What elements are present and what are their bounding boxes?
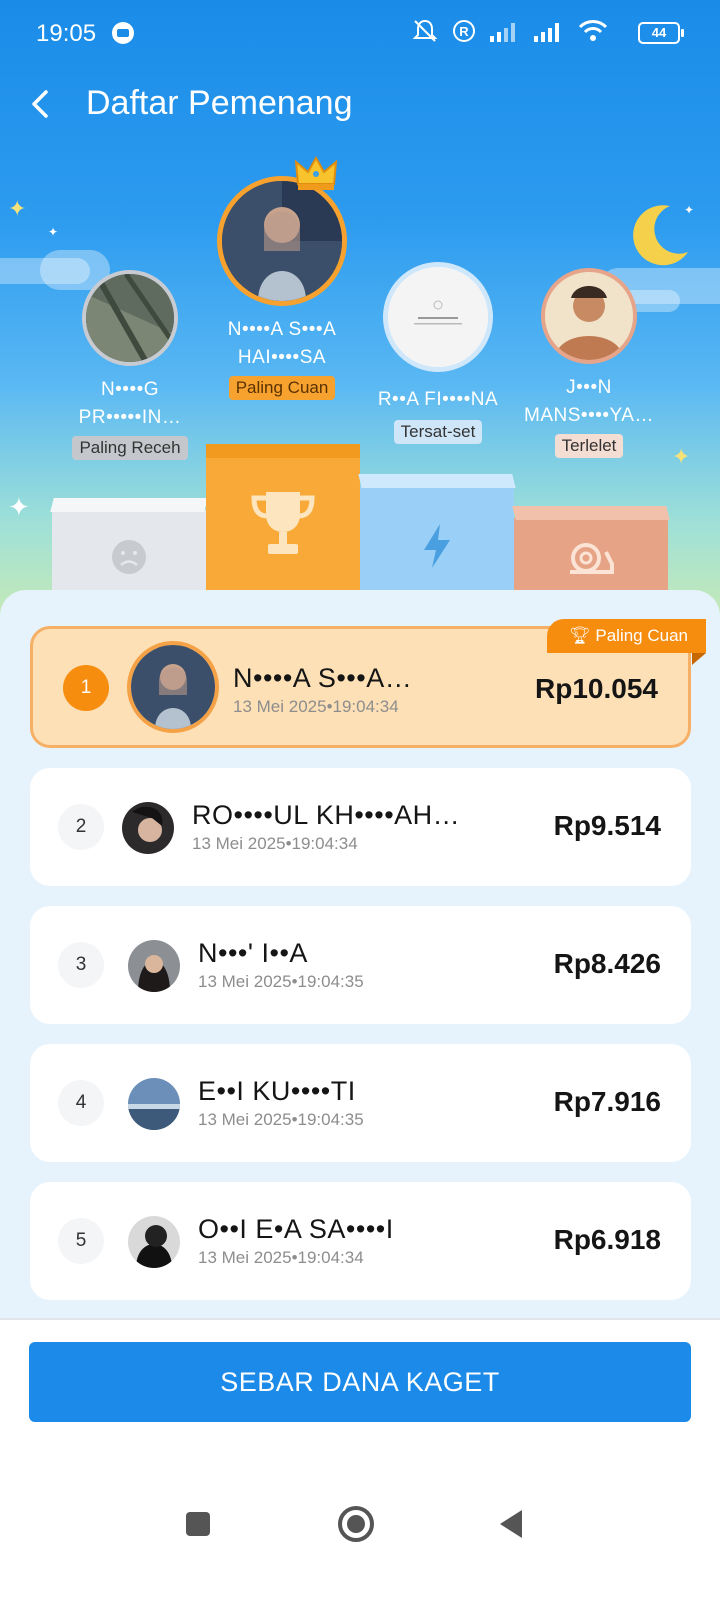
winner-amount: Rp6.918 [553, 1224, 661, 1255]
paling-cuan-ribbon: 🏆︎ Paling Cuan [547, 619, 706, 665]
winner-name: O••I E•A SA••••I [198, 1214, 394, 1244]
lightning-icon [424, 524, 450, 568]
winner-row[interactable]: 2 RO••••UL KH••••AH… 13 Mei 2025•19:04:3… [30, 768, 691, 886]
snail-icon [570, 543, 614, 574]
avatar [128, 1078, 180, 1130]
rank-badge: 4 [58, 1080, 104, 1126]
status-bar: 19:05 R 44 [0, 0, 720, 68]
winner-row-first[interactable]: 🏆︎ Paling Cuan 1 N••••A S•••A… 13 Mei 20… [30, 619, 706, 748]
winner-time: 13 Mei 2025•19:04:35 [198, 972, 364, 991]
avatar [128, 940, 180, 992]
winner-time: 13 Mei 2025•19:04:34 [198, 1248, 364, 1267]
winner-row[interactable]: 5 O••I E•A SA••••I 13 Mei 2025•19:04:34 … [30, 1182, 691, 1300]
winner-amount: Rp7.916 [553, 1086, 661, 1117]
ribbon-label: Paling Cuan [595, 626, 688, 645]
rank-badge: 3 [58, 942, 104, 988]
podium-name-line1: N••••G [100, 379, 160, 400]
winner-name: N•••' I••A [198, 938, 308, 968]
page-title: Daftar Pemenang [86, 84, 353, 122]
winner-name: RO••••UL KH••••AH… [192, 800, 461, 830]
moon-icon [633, 205, 688, 266]
sparkle-icon: ✦ [672, 444, 691, 469]
recent-apps-icon[interactable] [184, 1510, 212, 1538]
sebar-dana-kaget-button[interactable]: SEBAR DANA KAGET [29, 1342, 691, 1422]
winner-name: E••I KU••••TI [198, 1076, 356, 1106]
sad-face-icon [112, 540, 146, 574]
rank-badge: 5 [58, 1218, 104, 1264]
sparkle-icon: ✦ [8, 196, 27, 221]
podium-first-place: N••••A S•••A HAI••••SA Paling Cuan [198, 155, 366, 400]
winner-row[interactable]: 3 N•••' I••A 13 Mei 2025•19:04:35 Rp8.42… [30, 906, 691, 1024]
winner-time: 13 Mei 2025•19:04:35 [198, 1110, 364, 1129]
avatar [127, 641, 219, 733]
podium-name-line1: J•••N [566, 377, 612, 398]
winners-panel: 🏆︎ Paling Cuan 1 N••••A S•••A… 13 Mei 20… [0, 590, 720, 1320]
podium-name-line2: HAI••••SA [237, 347, 327, 368]
sparkle-icon: ✦ [8, 492, 30, 522]
rank-badge: 1 [63, 665, 109, 711]
message-icon [112, 22, 134, 44]
bell-muted-icon [412, 19, 438, 42]
podium-tag: Paling Cuan [228, 376, 336, 400]
signal-icon [490, 23, 515, 42]
battery-indicator: 44 [638, 22, 684, 44]
rank-badge: 2 [58, 804, 104, 850]
trophy-icon [251, 492, 315, 554]
back-nav-icon[interactable] [496, 1508, 526, 1540]
sparkle-icon: ✦ [48, 225, 59, 239]
winner-time: 13 Mei 2025•19:04:34 [192, 834, 358, 853]
avatar [541, 268, 637, 364]
status-time: 19:05 [36, 20, 97, 47]
winner-amount: Rp8.426 [553, 948, 661, 979]
winner-name: N••••A S•••A… [233, 663, 413, 693]
wifi-icon [578, 20, 608, 41]
hero-background: ✦ ✦ ✦ ✦ ✦ 19:05 R 44 Daftar Pemenang N••… [0, 0, 720, 620]
avatar [128, 1216, 180, 1268]
signal-icon [534, 23, 559, 42]
avatar [383, 262, 493, 372]
podium-fourth-place: J•••N MANS••••YA… Terlelet [508, 268, 670, 458]
podium-tag: Paling Receh [72, 436, 188, 460]
podium-name-line2: PR•••••IN… [78, 407, 182, 428]
winner-amount: Rp10.054 [535, 673, 658, 704]
svg-text:R: R [459, 24, 469, 39]
winner-row[interactable]: 4 E••I KU••••TI 13 Mei 2025•19:04:35 Rp7… [30, 1044, 691, 1162]
back-arrow-icon[interactable] [22, 84, 62, 124]
podium-second-place: N••••G PR•••••IN… Paling Receh [56, 270, 204, 460]
avatar [82, 270, 178, 366]
winner-time: 13 Mei 2025•19:04:34 [233, 697, 399, 716]
avatar [122, 802, 174, 854]
podium-third-place: R••A FI••••NA Tersat-set [358, 262, 518, 444]
system-navigation-bar [0, 1490, 720, 1600]
podium-tag: Tersat-set [393, 420, 483, 444]
podium-name-line1: N••••A S•••A [227, 319, 337, 340]
registered-icon: R [453, 20, 475, 42]
podium-name-line1: R••A FI••••NA [377, 389, 499, 410]
home-icon[interactable] [336, 1504, 376, 1544]
winner-amount: Rp9.514 [553, 810, 661, 841]
podium-tag: Terlelet [554, 434, 624, 458]
crown-icon [294, 155, 338, 190]
trophy-icon: 🏆︎ [569, 626, 591, 645]
avatar [217, 176, 347, 306]
podium-name-line2: MANS••••YA… [524, 405, 654, 426]
